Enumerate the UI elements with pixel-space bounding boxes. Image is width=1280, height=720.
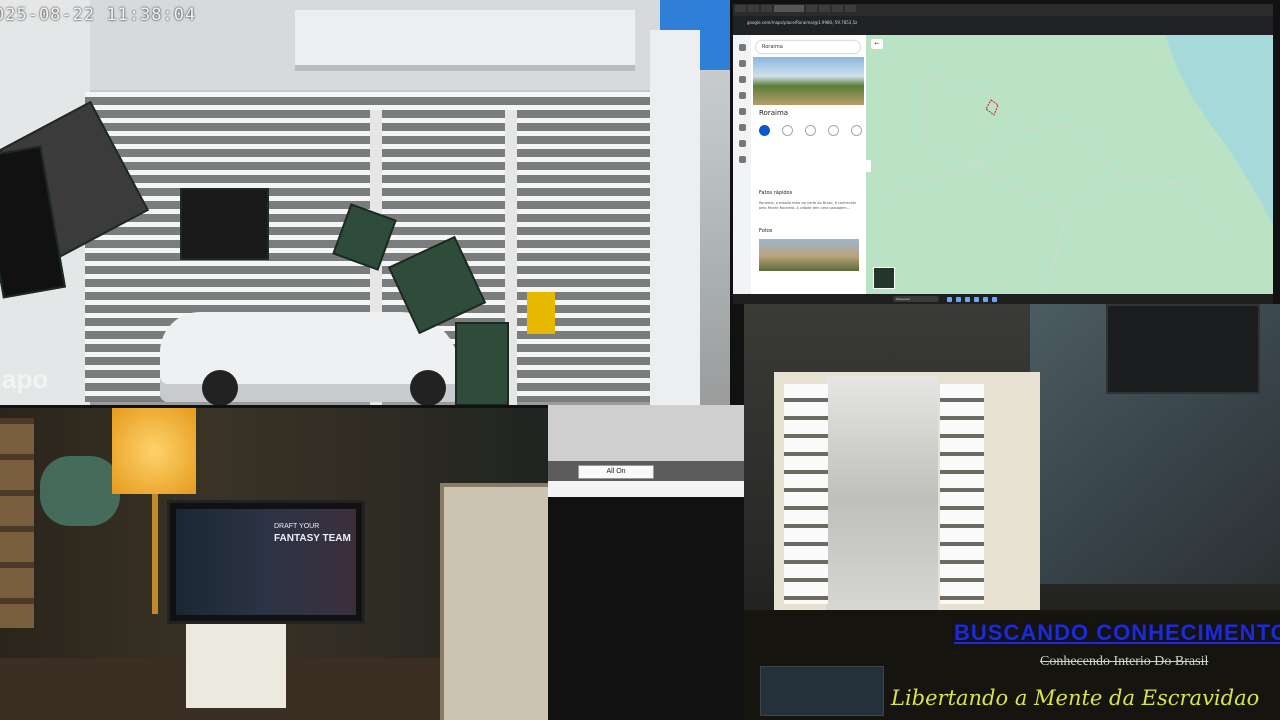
google-maps[interactable]: ← Roraima Roraima Fatos rápidos Roraima,…	[733, 35, 1273, 294]
desk-calendar	[186, 624, 286, 708]
yellow-bin	[527, 292, 555, 334]
browser-tab[interactable]	[735, 5, 746, 12]
quick-facts-heading: Fatos rápidos	[759, 190, 793, 196]
save-icon[interactable]	[782, 125, 793, 136]
browser-tab[interactable]	[845, 5, 856, 12]
monitor-ad-line2: FANTASY TEAM	[274, 533, 351, 544]
map-canvas[interactable]	[866, 35, 1273, 294]
browser-tab[interactable]	[748, 5, 759, 12]
monitor-ad-text: DRAFT YOUR FANTASY TEAM	[274, 521, 351, 545]
door-leaf-left	[784, 384, 828, 604]
car-wheel	[410, 370, 446, 405]
browser-tab[interactable]	[806, 5, 817, 12]
doorway-view	[826, 376, 938, 622]
layer-icon[interactable]	[738, 124, 746, 131]
door-leaf-right	[940, 384, 984, 604]
monitor-ad-line1: DRAFT YOUR	[274, 523, 320, 530]
light-control-window: All On	[548, 405, 744, 497]
taskbar-app-icon[interactable]	[983, 296, 988, 302]
share-icon[interactable]	[851, 125, 862, 136]
browser-window: google.com/maps/place/Roraima/@1.9980,-5…	[733, 4, 1273, 304]
place-title: Roraima	[759, 109, 789, 117]
layers-toggle-button[interactable]	[873, 267, 895, 289]
taskbar-apps	[947, 296, 997, 302]
browser-tab-active[interactable]	[774, 5, 804, 12]
control-footer	[548, 481, 744, 497]
desk-monitor: DRAFT YOUR FANTASY TEAM	[167, 500, 365, 624]
layer-icon[interactable]	[738, 140, 746, 147]
overlay-title: BUSCANDO CONHECIMENTO	[954, 620, 1280, 645]
place-actions	[759, 125, 862, 136]
maps-search-input[interactable]: Roraima	[756, 41, 860, 53]
taskbar-search[interactable]: Pesquisar	[893, 296, 939, 302]
menu-icon[interactable]	[738, 44, 746, 51]
place-photo[interactable]	[759, 239, 859, 271]
lamp-stand	[152, 494, 158, 614]
nearby-icon[interactable]	[805, 125, 816, 136]
layer-icon[interactable]	[738, 92, 746, 99]
browser-tab[interactable]	[819, 5, 830, 12]
taskbar-app-icon[interactable]	[992, 296, 997, 302]
overlay-subtitle: Conhecendo Interio Do Brasil	[1040, 654, 1209, 669]
monitor-screen: DRAFT YOUR FANTASY TEAM	[176, 509, 356, 615]
wall-pillar	[650, 30, 700, 405]
picture-in-picture-feed	[760, 666, 884, 716]
camera-watermark: apo	[2, 364, 49, 394]
wall-graffiti	[40, 456, 120, 526]
all-on-button[interactable]: All On	[578, 465, 654, 479]
recent-icon[interactable]	[738, 76, 746, 83]
overlay-tagline: Libertando a Mente da Escravidao	[891, 686, 1260, 710]
taskbar-app-icon[interactable]	[974, 296, 979, 302]
wall-tv	[1106, 304, 1260, 394]
maps-side-rail	[733, 35, 751, 294]
place-description: Roraima, o estado mais ao norte do Brasi…	[759, 201, 856, 210]
browser-tab-strip[interactable]	[733, 4, 1273, 16]
cork-board	[440, 483, 548, 720]
hanging-circuit-board	[455, 322, 509, 405]
taskbar-app-icon[interactable]	[947, 296, 952, 302]
car-wheel	[202, 370, 238, 405]
address-bar[interactable]: google.com/maps/place/Roraima/@1.9980,-5…	[733, 16, 1273, 28]
saved-icon[interactable]	[738, 60, 746, 67]
map-landmass	[866, 35, 1273, 294]
taskbar-app-icon[interactable]	[965, 296, 970, 302]
photos-heading: Fotos	[759, 228, 773, 234]
directions-icon[interactable]	[759, 125, 770, 136]
back-arrow-icon[interactable]: ←	[871, 39, 883, 49]
browser-tab[interactable]	[761, 5, 772, 12]
address-url[interactable]: google.com/maps/place/Roraima/@1.9980,-5…	[747, 20, 857, 25]
hanging-cooler	[180, 188, 269, 260]
send-icon[interactable]	[828, 125, 839, 136]
lamp-shade	[112, 408, 196, 494]
place-panel: Roraima Roraima Fatos rápidos Roraima, o…	[751, 35, 866, 294]
front-gate-camera-feed: 025-08-22 11:38:04 apo	[0, 0, 730, 405]
taskbar-app-icon[interactable]	[956, 296, 961, 302]
browser-tab[interactable]	[832, 5, 843, 12]
bookshelf	[0, 418, 34, 628]
desk-camera-feed: DRAFT YOUR FANTASY TEAM	[0, 408, 548, 720]
collapse-panel-button[interactable]	[866, 160, 871, 172]
layer-icon[interactable]	[738, 108, 746, 115]
windows-taskbar: Pesquisar	[733, 294, 1273, 304]
layer-icon[interactable]	[738, 156, 746, 163]
camera-timestamp: 025-08-22 11:38:04	[0, 5, 197, 25]
place-hero-image[interactable]	[753, 57, 864, 105]
room-camera-feed: BUSCANDO CONHECIMENTO Conhecendo Interio…	[744, 304, 1280, 720]
